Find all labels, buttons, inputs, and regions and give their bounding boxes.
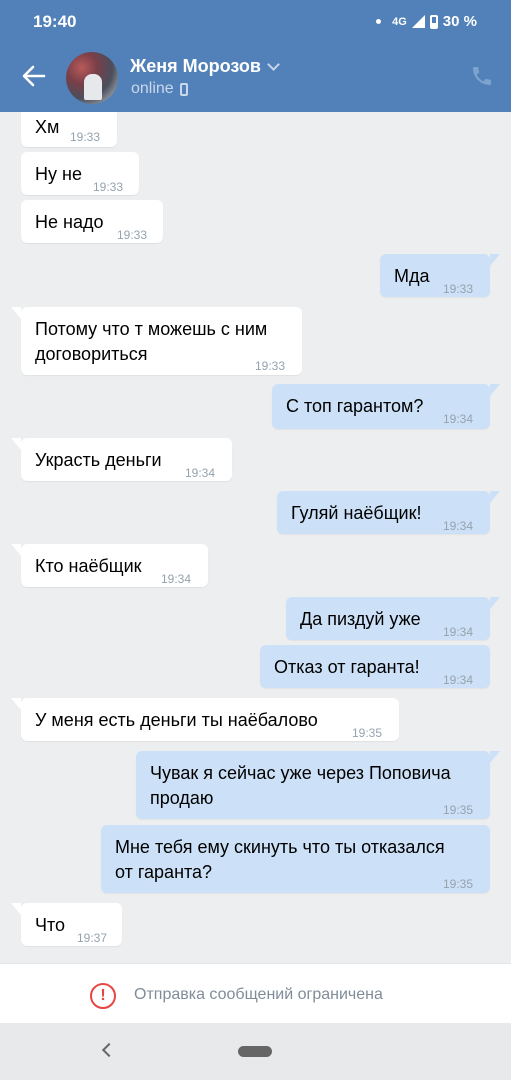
message-time: 19:33 <box>70 130 101 144</box>
bubble-tail <box>490 597 500 609</box>
message-text: У меня есть деньги ты наёбалово <box>35 710 318 730</box>
message-text: Хм <box>35 117 60 137</box>
back-arrow-icon[interactable] <box>20 62 48 90</box>
contact-name: Женя Морозов <box>130 56 261 76</box>
message-text-line: продаю <box>150 788 214 808</box>
online-status-text: online <box>131 80 174 97</box>
message-outgoing[interactable]: Мда 19:33 <box>380 254 500 297</box>
message-time: 19:33 <box>443 282 474 296</box>
message-text: Мне тебя ему скинуть что ты отказался <box>115 837 445 857</box>
bubble-tail <box>11 903 21 915</box>
message-text: Да пиздуй уже <box>300 609 421 629</box>
message-incoming[interactable]: Украсть деньги 19:34 <box>11 438 232 481</box>
message-time: 19:33 <box>93 180 124 194</box>
message-outgoing[interactable]: Чувак я сейчас уже через Поповича продаю… <box>136 751 500 819</box>
restriction-text: Отправка сообщений ограничена <box>134 986 383 1003</box>
chat-header: 19:40 4G 30 % Женя Морозов online <box>0 0 511 112</box>
message-text: Кто наёбщик <box>35 556 142 576</box>
warning-icon: ! <box>90 983 116 1009</box>
message-time: 19:33 <box>255 359 286 373</box>
avatar[interactable] <box>66 52 118 104</box>
message-time: 19:37 <box>77 931 108 945</box>
message-outgoing[interactable]: Да пиздуй уже 19:34 <box>286 597 500 640</box>
nav-back-icon[interactable] <box>101 1042 117 1058</box>
message-incoming[interactable]: Хм 19:33 <box>21 112 117 147</box>
message-time: 19:34 <box>443 412 474 426</box>
bubble-tail <box>11 438 21 450</box>
message-incoming[interactable]: Ну не 19:33 <box>21 152 139 195</box>
status-bar: 19:40 4G 30 % <box>0 0 511 44</box>
message-incoming[interactable]: Что 19:37 <box>11 903 122 946</box>
message-text: Ну не <box>35 164 82 184</box>
message-text: Чувак я сейчас уже через Поповича <box>150 763 451 783</box>
bubble-tail <box>11 698 21 710</box>
message-text-line: от гаранта? <box>115 862 213 882</box>
bubble-tail <box>490 254 500 266</box>
status-time: 19:40 <box>33 12 77 31</box>
system-navigation-bar <box>0 1023 511 1080</box>
battery-level: 30 % <box>442 13 477 30</box>
battery-icon <box>429 14 438 29</box>
bubble-tail <box>490 751 500 763</box>
message-text: С топ гарантом? <box>286 396 424 416</box>
message-time: 19:34 <box>443 625 474 639</box>
mobile-device-icon <box>179 82 188 96</box>
message-outgoing[interactable]: С топ гарантом? 19:34 <box>272 384 500 429</box>
bubble-tail <box>490 491 500 503</box>
bubble-tail <box>490 384 500 396</box>
message-text: Мда <box>394 266 430 286</box>
message-outgoing[interactable]: Гуляй наёбщик! 19:34 <box>277 491 500 534</box>
message-time: 19:35 <box>443 803 474 817</box>
message-text: Потому что т можешь с ним <box>35 319 268 339</box>
status-icons: 4G 30 % <box>376 13 477 30</box>
bubble-tail <box>11 307 21 319</box>
message-incoming[interactable]: У меня есть деньги ты наёбалово 19:35 <box>11 698 399 741</box>
message-time: 19:35 <box>443 877 474 891</box>
message-restriction-bar: ! Отправка сообщений ограничена <box>0 963 511 1023</box>
network-type: 4G <box>392 15 407 28</box>
message-time: 19:34 <box>185 466 216 480</box>
signal-icon <box>411 15 425 28</box>
message-text: Что <box>35 915 66 935</box>
message-incoming[interactable]: Не надо 19:33 <box>21 200 163 243</box>
message-time: 19:35 <box>352 726 383 740</box>
message-text: Не надо <box>35 212 104 232</box>
message-time: 19:34 <box>161 572 192 586</box>
notification-dot-icon <box>376 19 382 24</box>
message-time: 19:34 <box>443 519 474 533</box>
message-text: Украсть деньги <box>35 450 162 470</box>
chevron-down-icon <box>267 57 280 71</box>
phone-call-icon[interactable] <box>470 64 494 88</box>
message-outgoing[interactable]: Отказ от гаранта! 19:34 <box>260 645 490 688</box>
message-outgoing[interactable]: Мне тебя ему скинуть что ты отказался от… <box>101 825 490 893</box>
message-incoming[interactable]: Кто наёбщик 19:34 <box>11 544 208 587</box>
contact-name-dropdown[interactable]: Женя Морозов <box>130 56 280 77</box>
message-time: 19:34 <box>443 673 474 687</box>
message-time: 19:33 <box>117 228 148 242</box>
online-status: online <box>131 80 188 98</box>
message-text: Гуляй наёбщик! <box>291 503 422 523</box>
message-text-line: договориться <box>35 344 148 364</box>
bubble-tail <box>11 544 21 556</box>
message-text: Отказ от гаранта! <box>274 657 420 677</box>
nav-home-pill[interactable] <box>238 1046 272 1057</box>
message-incoming[interactable]: Потому что т можешь с ним договориться 1… <box>11 307 302 375</box>
